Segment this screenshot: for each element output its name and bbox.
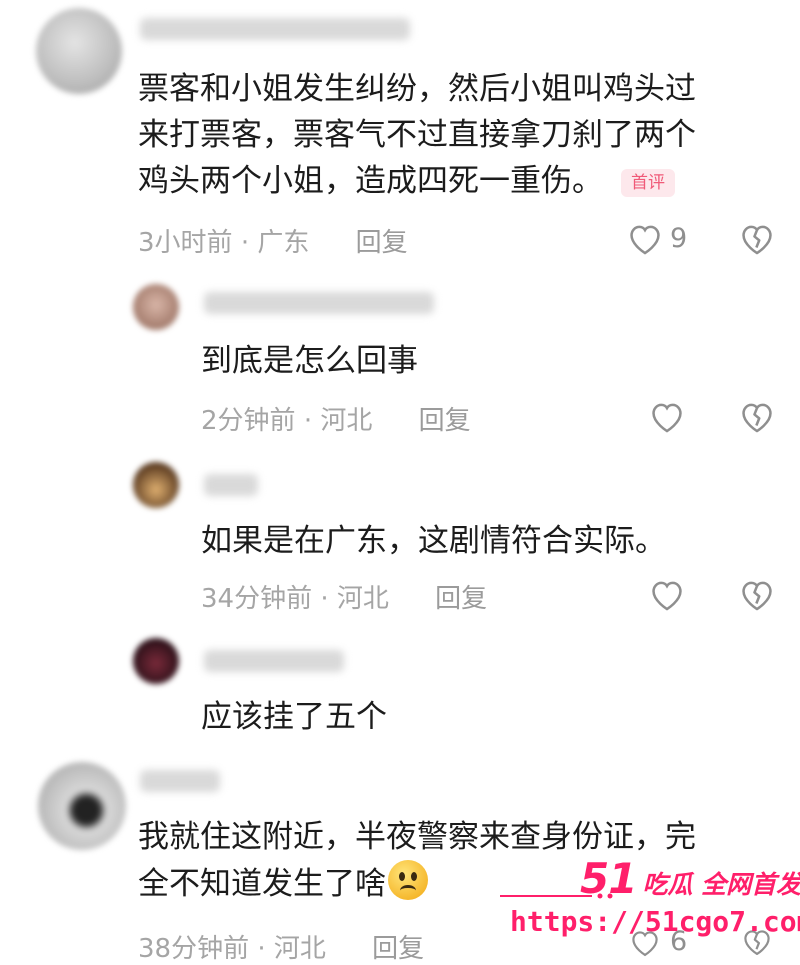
broken-heart-icon[interactable] bbox=[738, 398, 776, 434]
comment-meta: 34分钟前 · 河北 回复 bbox=[201, 578, 487, 615]
reply-button[interactable]: 回复 bbox=[435, 584, 487, 614]
comment-location: 河北 bbox=[273, 934, 326, 964]
comment-time: 3小时前 bbox=[138, 228, 233, 258]
watermark-url: https://51cgo7.com bbox=[510, 905, 800, 938]
meta-separator: · bbox=[240, 228, 250, 258]
broken-heart-icon[interactable] bbox=[738, 576, 776, 612]
heart-icon bbox=[652, 403, 682, 433]
watermark-tagline: 吃瓜 全网首发 bbox=[642, 870, 800, 899]
avatar[interactable] bbox=[36, 8, 122, 94]
frowning-face-icon bbox=[388, 860, 428, 900]
avatar[interactable] bbox=[133, 638, 179, 684]
comment-location: 河北 bbox=[336, 584, 389, 614]
comment-meta: 2分钟前 · 河北 回复 bbox=[201, 400, 471, 437]
comment-time: 38分钟前 bbox=[138, 934, 250, 964]
avatar[interactable] bbox=[38, 762, 126, 850]
username-blurred[interactable] bbox=[140, 18, 410, 40]
reply-button[interactable]: 回复 bbox=[356, 228, 408, 258]
like-button[interactable] bbox=[648, 398, 686, 434]
broken-heart-icon[interactable] bbox=[738, 220, 776, 256]
username-blurred[interactable] bbox=[204, 650, 344, 672]
comment-time: 34分钟前 bbox=[201, 584, 313, 614]
comment-text: 应该挂了五个 bbox=[201, 699, 387, 735]
avatar[interactable] bbox=[133, 462, 179, 508]
comment-text: 票客和小姐发生纠纷，然后小姐叫鸡头过 来打票客，票客气不过直接拿刀刹了两个 鸡头… bbox=[138, 71, 696, 199]
reply-button[interactable]: 回复 bbox=[419, 406, 471, 436]
comment-text: 到底是怎么回事 bbox=[201, 343, 418, 379]
username-blurred[interactable] bbox=[140, 770, 220, 792]
like-count: 9 bbox=[670, 222, 688, 254]
username-blurred[interactable] bbox=[204, 292, 434, 314]
comment-meta: 3小时前 · 广东 回复 bbox=[138, 222, 408, 259]
comment-location: 广东 bbox=[257, 228, 310, 258]
username-blurred[interactable] bbox=[204, 474, 258, 496]
avatar[interactable] bbox=[133, 284, 179, 330]
comment-time: 2分钟前 bbox=[201, 406, 296, 436]
comment-meta: 38分钟前 · 河北 回复 bbox=[138, 928, 424, 965]
first-comment-badge: 首评 bbox=[621, 168, 675, 197]
heart-icon bbox=[652, 581, 682, 611]
meta-separator: · bbox=[257, 934, 266, 964]
meta-separator: · bbox=[303, 406, 313, 436]
like-button[interactable] bbox=[648, 576, 686, 612]
watermark-decoration-icon bbox=[500, 893, 613, 899]
reply-button[interactable]: 回复 bbox=[372, 934, 424, 964]
meta-separator: · bbox=[320, 584, 329, 614]
comment-location: 河北 bbox=[320, 406, 373, 436]
heart-icon bbox=[630, 225, 660, 255]
like-button[interactable]: 9 bbox=[626, 220, 687, 256]
comment-text: 如果是在广东，这剧情符合实际。 bbox=[201, 523, 666, 559]
